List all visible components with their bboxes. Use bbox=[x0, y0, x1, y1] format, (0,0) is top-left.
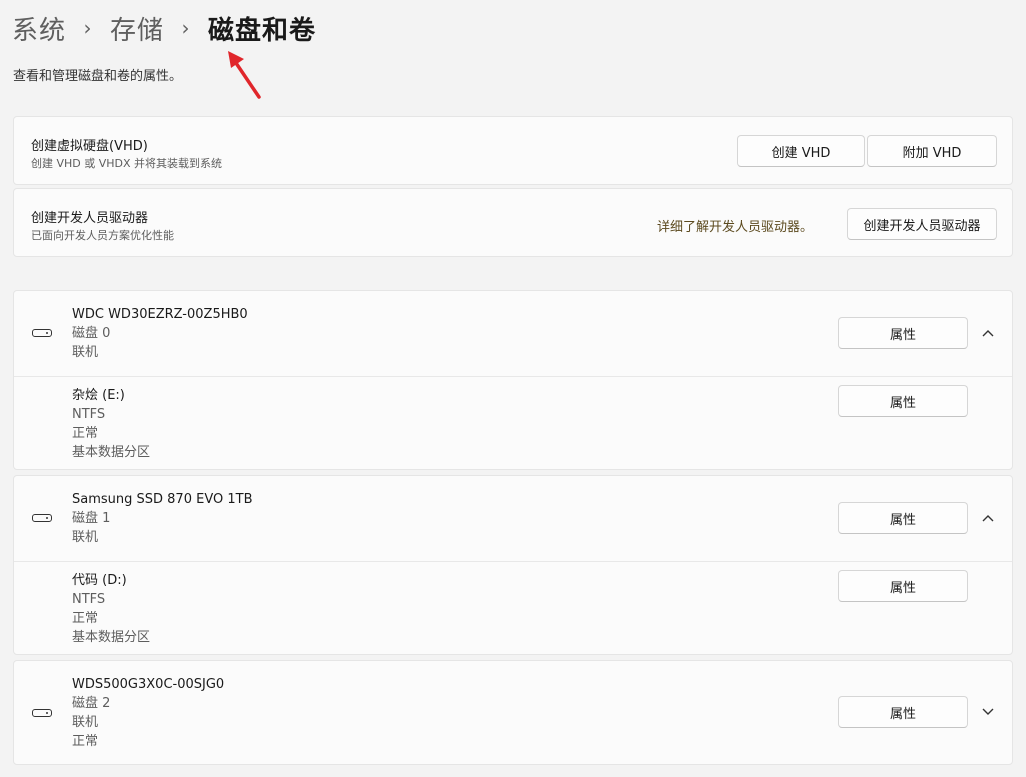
red-arrow-annotation bbox=[228, 51, 261, 99]
volume-properties-button[interactable]: 属性 bbox=[838, 570, 968, 602]
create-dev-drive-button[interactable]: 创建开发人员驱动器 bbox=[847, 208, 997, 240]
chevron-down-icon[interactable] bbox=[980, 704, 996, 720]
disk-number: 磁盘 0 bbox=[72, 326, 111, 341]
disk-properties-button[interactable]: 属性 bbox=[838, 696, 968, 728]
volume-type: 基本数据分区 bbox=[72, 630, 151, 645]
volume-name: 杂烩 (E:) bbox=[72, 388, 125, 403]
volume-properties-button[interactable]: 属性 bbox=[838, 385, 968, 417]
volume-filesystem: NTFS bbox=[72, 592, 106, 607]
dev-drive-subtitle: 已面向开发人员方案优化性能 bbox=[31, 229, 174, 242]
disk-status: 联机 bbox=[72, 345, 99, 360]
attach-vhd-button[interactable]: 附加 VHD bbox=[867, 135, 997, 167]
breadcrumb-separator: › bbox=[83, 16, 93, 40]
disk-properties-button[interactable]: 属性 bbox=[838, 502, 968, 534]
disk-group-1: Samsung SSD 870 EVO 1TB 磁盘 1 联机 属性 代码 (D… bbox=[13, 475, 1013, 655]
breadcrumb-separator: › bbox=[181, 16, 191, 40]
volume-type: 基本数据分区 bbox=[72, 445, 151, 460]
disk-group-0: WDC WD30EZRZ-00Z5HB0 磁盘 0 联机 属性 杂烩 (E:) … bbox=[13, 290, 1013, 470]
divider bbox=[14, 561, 1012, 562]
breadcrumb-system[interactable]: 系统 bbox=[12, 10, 66, 47]
disk-number: 磁盘 2 bbox=[72, 696, 111, 711]
disk-health: 正常 bbox=[72, 734, 99, 749]
disk-model: WDS500G3X0C-00SJG0 bbox=[72, 677, 225, 692]
dev-drive-card: 创建开发人员驱动器 已面向开发人员方案优化性能 详细了解开发人员驱动器。 创建开… bbox=[13, 188, 1013, 257]
volume-health: 正常 bbox=[72, 426, 99, 441]
page-title: 磁盘和卷 bbox=[208, 15, 317, 46]
disk-properties-button[interactable]: 属性 bbox=[838, 317, 968, 349]
dev-drive-title: 创建开发人员驱动器 bbox=[31, 211, 149, 226]
divider bbox=[14, 376, 1012, 377]
volume-health: 正常 bbox=[72, 611, 99, 626]
volume-filesystem: NTFS bbox=[72, 407, 106, 422]
disk-number: 磁盘 1 bbox=[72, 511, 111, 526]
breadcrumb-storage[interactable]: 存储 bbox=[110, 10, 164, 47]
breadcrumb: 系统 › 存储 › 磁盘和卷 bbox=[12, 8, 316, 48]
vhd-subtitle: 创建 VHD 或 VHDX 并将其装载到系统 bbox=[31, 157, 223, 170]
hard-drive-icon bbox=[32, 709, 52, 717]
chevron-up-icon[interactable] bbox=[980, 325, 996, 341]
settings-page: 系统 › 存储 › 磁盘和卷 查看和管理磁盘和卷的属性。 创建虚拟硬盘(VHD)… bbox=[0, 0, 1026, 777]
disk-model: Samsung SSD 870 EVO 1TB bbox=[72, 492, 253, 507]
chevron-up-icon[interactable] bbox=[980, 510, 996, 526]
vhd-title: 创建虚拟硬盘(VHD) bbox=[31, 139, 148, 154]
volume-name: 代码 (D:) bbox=[72, 573, 127, 588]
disk-group-2: WDS500G3X0C-00SJG0 磁盘 2 联机 正常 属性 bbox=[13, 660, 1013, 765]
learn-more-dev-drive-link[interactable]: 详细了解开发人员驱动器。 bbox=[657, 216, 813, 235]
disk-status: 联机 bbox=[72, 715, 99, 730]
hard-drive-icon bbox=[32, 514, 52, 522]
disk-status: 联机 bbox=[72, 530, 99, 545]
create-vhd-button[interactable]: 创建 VHD bbox=[737, 135, 865, 167]
vhd-card: 创建虚拟硬盘(VHD) 创建 VHD 或 VHDX 并将其装载到系统 创建 VH… bbox=[13, 116, 1013, 185]
page-description: 查看和管理磁盘和卷的属性。 bbox=[13, 69, 183, 84]
hard-drive-icon bbox=[32, 329, 52, 337]
disk-model: WDC WD30EZRZ-00Z5HB0 bbox=[72, 307, 248, 322]
